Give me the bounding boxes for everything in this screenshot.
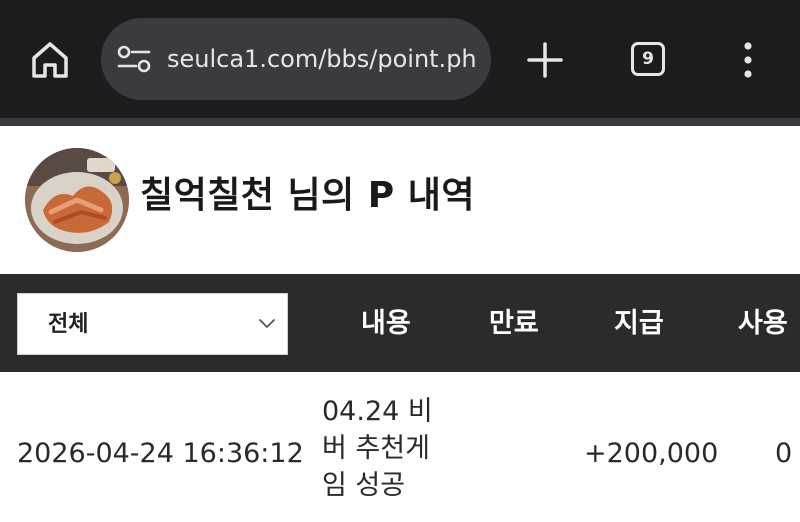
chevron-down-icon — [257, 316, 277, 332]
row-content-line: 버 추천게 — [322, 433, 430, 464]
table-header: 전체 내용 만료 지급 사용 — [0, 274, 800, 372]
browser-toolbar: seulca1.com/bbs/point.ph 9 — [0, 0, 800, 118]
plus-icon[interactable] — [525, 40, 565, 80]
url-text[interactable]: seulca1.com/bbs/point.ph — [167, 42, 479, 76]
row-content: 04.24 비 버 추천게 임 성공 — [322, 393, 462, 504]
filter-selected-value: 전체 — [48, 312, 89, 337]
column-header-used: 사용 — [738, 308, 788, 339]
column-header-given: 지급 — [614, 308, 664, 339]
toolbar-divider — [0, 118, 800, 126]
tab-switcher-button[interactable]: 9 — [631, 42, 665, 76]
column-header-content: 내용 — [361, 308, 411, 339]
row-date: 2026-04-24 16:36:12 — [17, 438, 304, 469]
row-content-line: 04.24 비 — [322, 396, 433, 427]
more-menu-icon[interactable] — [740, 40, 756, 80]
filter-select[interactable]: 전체 — [17, 293, 288, 355]
address-bar[interactable]: seulca1.com/bbs/point.ph — [101, 18, 491, 100]
row-given: +200,000 — [584, 438, 719, 469]
site-settings-icon[interactable] — [117, 45, 151, 73]
column-header-expiry: 만료 — [489, 308, 539, 339]
page-title: 칠억칠천 님의 P 내역 — [140, 175, 475, 216]
home-icon[interactable] — [28, 38, 72, 82]
avatar — [25, 148, 129, 252]
row-used: 0 — [775, 438, 793, 469]
row-content-line: 임 성공 — [322, 470, 406, 501]
